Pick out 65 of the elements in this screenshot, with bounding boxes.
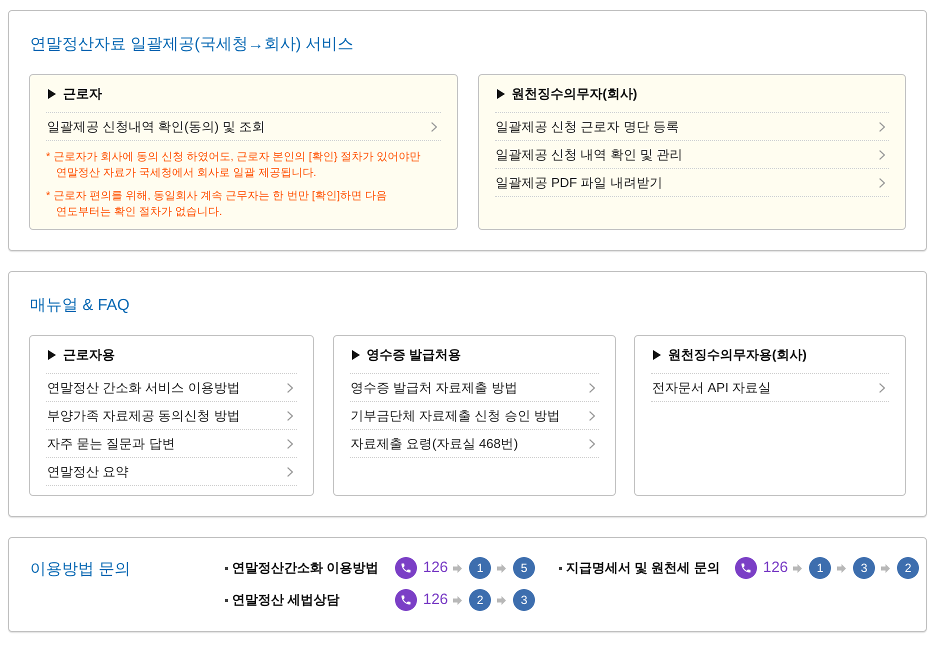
- step-number-badge: 3: [513, 589, 536, 611]
- menu-link[interactable]: 일괄제공 신청내역 확인(동의) 및 조회: [46, 113, 440, 141]
- section-title: 매뉴얼 & FAQ: [29, 296, 131, 316]
- panel-heading: 영수증 발급처용: [366, 347, 462, 363]
- phone-number: 126: [423, 558, 448, 578]
- triangle-icon: [653, 350, 661, 360]
- note-text: * 근로자 편의를 위해, 동일회사 계속 근무자는 한 번만 [확인]하면 다음 연도부터는 확인 절차가 없습니다.: [46, 189, 388, 220]
- step-number-badge: 5: [513, 557, 536, 579]
- step-number-badge: 3: [853, 557, 876, 579]
- menu-link[interactable]: 자료제출 요령(자료실 468번): [350, 430, 598, 458]
- phone-icon: [395, 589, 417, 611]
- triangle-icon: [48, 350, 56, 360]
- note-text: * 근로자가 회사에 동의 신청 하였어도, 근로자 본인의 [확인} 절차가 있어야만 연말정산 자료가 국세청에서 회사로 일괄 제공됩니다.: [46, 150, 422, 181]
- chevron-right-icon: [287, 438, 293, 448]
- menu-link[interactable]: 일괄제공 신청 근로자 명단 등록: [494, 113, 889, 141]
- bullet-icon: [225, 598, 228, 602]
- triangle-icon: [496, 89, 504, 99]
- phone-icon: [395, 557, 417, 579]
- step-number-badge: 2: [897, 557, 920, 579]
- inquiry-label: 연말정산간소화 이용방법: [232, 559, 379, 578]
- inquiry-label: 지급명세서 및 원천세 문의: [566, 559, 720, 578]
- chevron-right-icon: [430, 122, 436, 132]
- chevron-right-icon: [879, 382, 885, 392]
- chevron-right-icon: [287, 410, 293, 420]
- chevron-right-icon: [879, 150, 885, 160]
- panel-heading: 원천징수의무자(회사): [512, 86, 638, 102]
- step-number-badge: 1: [469, 557, 492, 579]
- arrow-right-icon: [881, 564, 890, 572]
- arrow-right-icon: [497, 596, 506, 604]
- phone-number: 126: [763, 558, 788, 578]
- bullet-icon: [559, 566, 562, 570]
- section-title: 이용방법 문의: [29, 560, 132, 580]
- arrow-right-icon: [453, 596, 462, 604]
- menu-link[interactable]: 전자문서 API 자료실: [651, 374, 889, 402]
- arrow-right-icon: [793, 564, 802, 572]
- menu-link[interactable]: 일괄제공 신청 내역 확인 및 관리: [494, 141, 889, 169]
- chevron-right-icon: [879, 178, 885, 188]
- step-number-badge: 1: [809, 557, 832, 579]
- panel-heading: 원천징수의무자용(회사): [668, 347, 807, 363]
- chevron-right-icon: [287, 382, 293, 392]
- phone-number: 126: [423, 590, 448, 610]
- triangle-icon: [48, 89, 56, 99]
- panel-heading: 근로자용: [63, 347, 115, 363]
- inquiry-label: 연말정산 세법상담: [232, 591, 340, 610]
- arrow-right-icon: [837, 564, 846, 572]
- menu-link[interactable]: 연말정산 간소화 서비스 이용방법: [46, 374, 297, 402]
- section-title: 연말정산자료 일괄제공(국세청→회사) 서비스: [29, 35, 355, 55]
- chevron-right-icon: [588, 382, 594, 392]
- menu-link[interactable]: 자주 묻는 질문과 답변: [46, 430, 297, 458]
- triangle-icon: [352, 350, 360, 360]
- phone-icon: [735, 557, 757, 579]
- chevron-right-icon: [588, 438, 594, 448]
- menu-link[interactable]: 기부금단체 자료제출 신청 승인 방법: [350, 402, 598, 430]
- menu-link[interactable]: 부양가족 자료제공 동의신청 방법: [46, 402, 297, 430]
- menu-link[interactable]: 일괄제공 PDF 파일 내려받기: [494, 169, 889, 197]
- chevron-right-icon: [879, 122, 885, 132]
- menu-link[interactable]: 영수증 발급처 자료제출 방법: [350, 374, 598, 402]
- chevron-right-icon: [287, 466, 293, 476]
- panel-heading: 근로자: [63, 86, 102, 102]
- chevron-right-icon: [588, 410, 594, 420]
- arrow-right-icon: [453, 564, 462, 572]
- step-number-badge: 2: [469, 589, 492, 611]
- menu-link[interactable]: 연말정산 요약: [46, 458, 297, 486]
- arrow-right-icon: [497, 564, 506, 572]
- bullet-icon: [225, 566, 228, 570]
